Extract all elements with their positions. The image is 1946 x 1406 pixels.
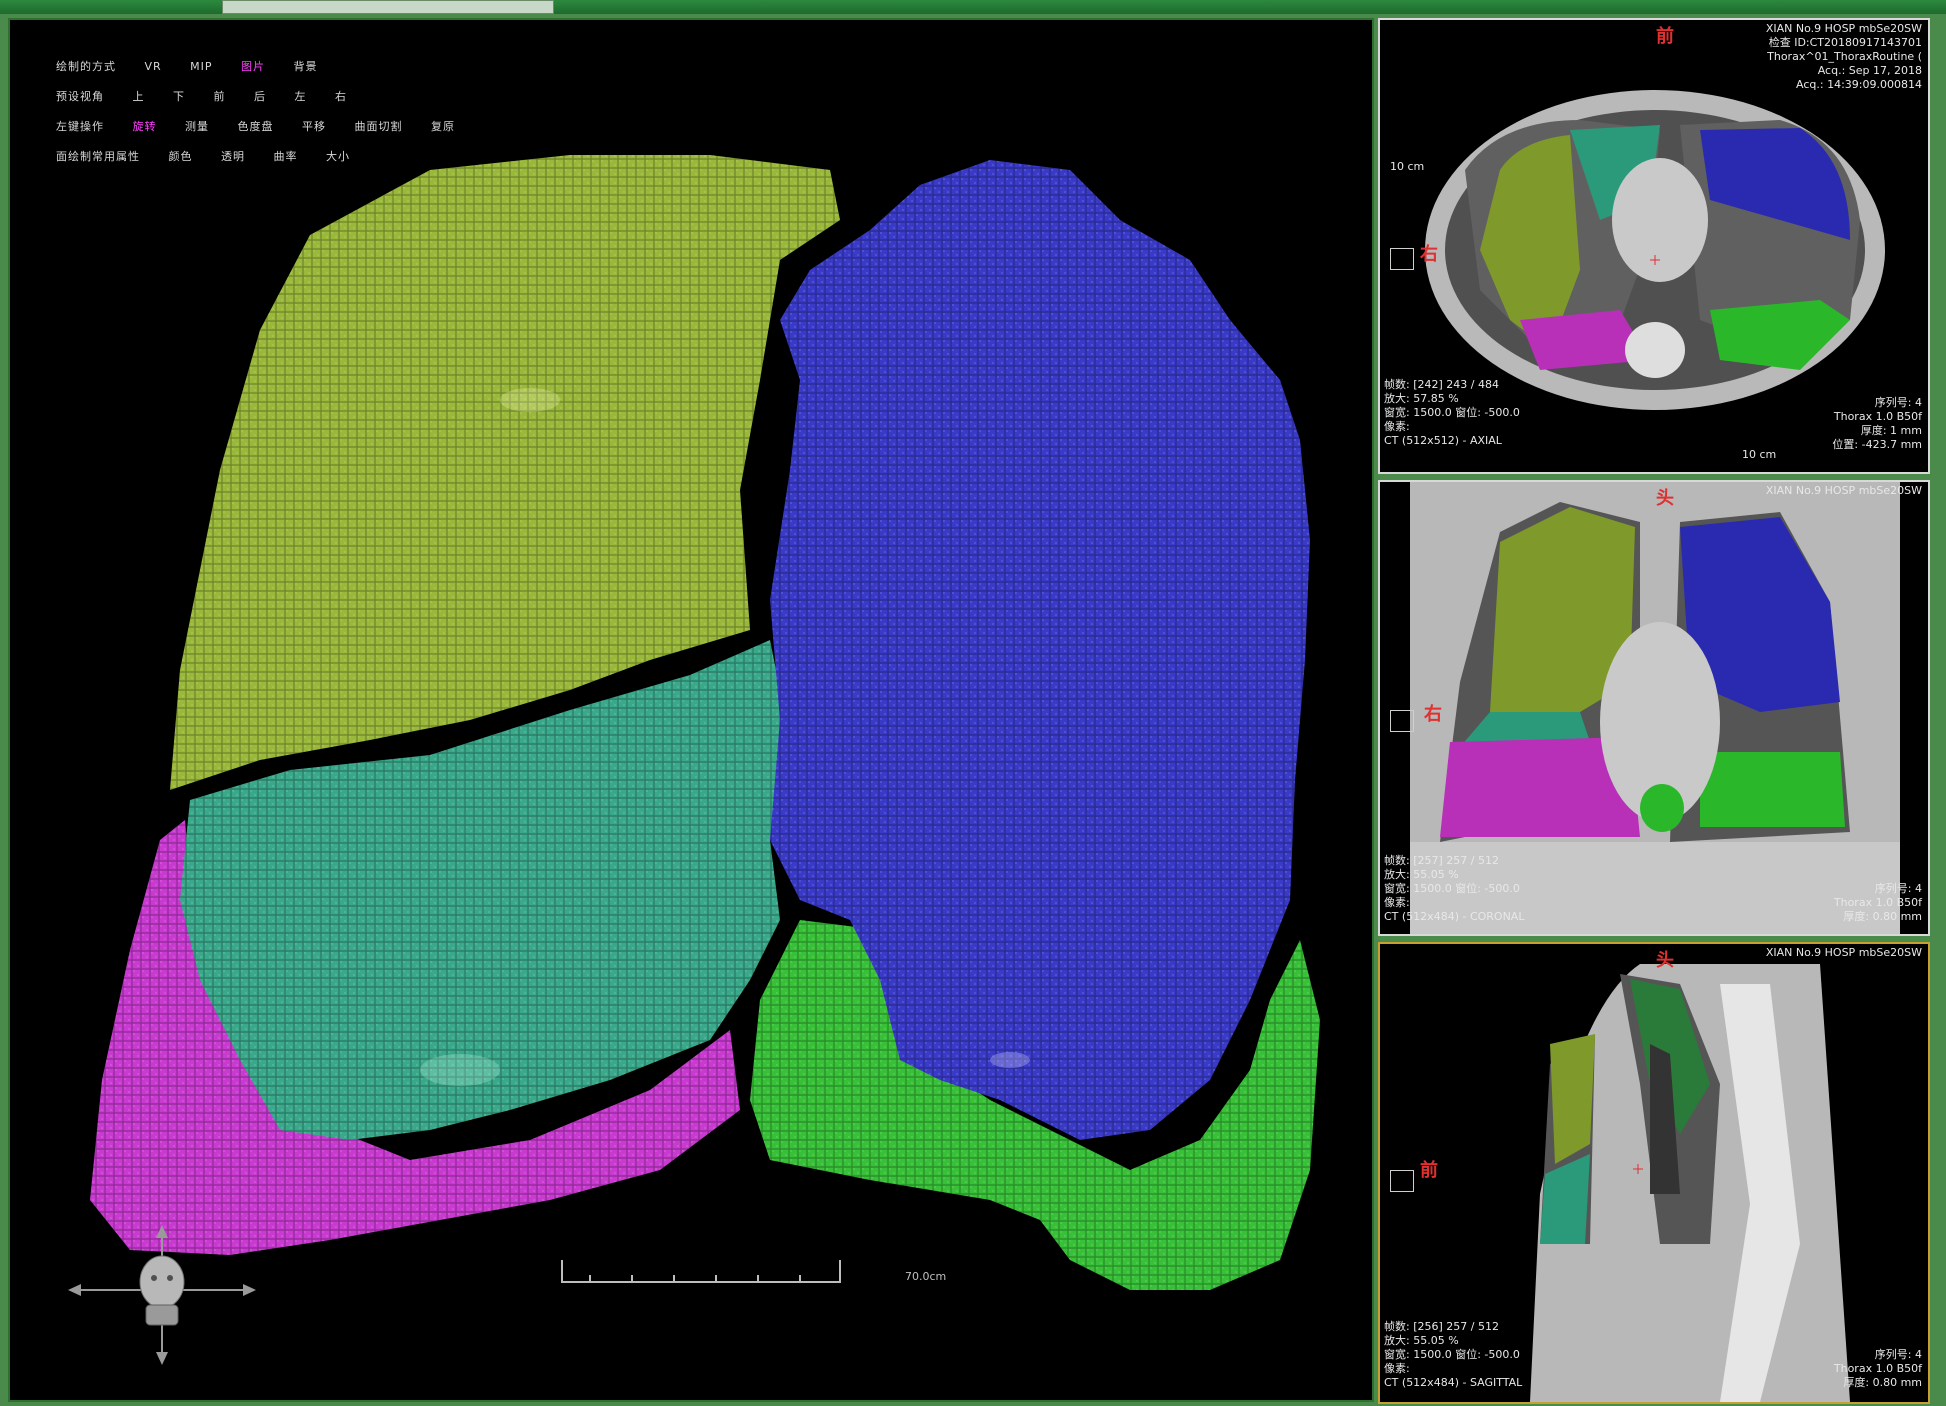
axial-header-line: Acq.: Sep 17, 2018 (1817, 64, 1922, 77)
coronal-orient-top: 头 (1656, 488, 1674, 509)
axial-header-line: 检查 ID:CT20180917143701 (1768, 36, 1922, 49)
axial-footer-line: 位置: -423.7 mm (1832, 438, 1922, 451)
axial-scroll-box[interactable] (1390, 248, 1414, 270)
sagittal-footer-left: 帧数: [256] 257 / 512 放大: 55.05 % 窗宽: 1500… (1384, 1320, 1522, 1390)
volume-render-view[interactable]: 绘制的方式 VR MIP 图片 背景 预设视角 上 下 前 后 左 右 左键操作… (8, 18, 1374, 1402)
coronal-view-panel[interactable]: 头 右 XIAN No.9 HOSP mbSe20SW 帧数: [257] 25… (1378, 480, 1930, 936)
coronal-footer-right: 序列号: 4 Thorax 1.0 B50f 厚度: 0.80 mm (1834, 882, 1922, 924)
coronal-header-line: XIAN No.9 HOSP mbSe20SW (1765, 484, 1922, 497)
axial-orient-left: 右 (1420, 244, 1438, 265)
sagittal-footer-line: Thorax 1.0 B50f (1833, 1362, 1922, 1375)
coronal-header: XIAN No.9 HOSP mbSe20SW (1766, 484, 1922, 498)
sagittal-footer-right: 序列号: 4 Thorax 1.0 B50f 厚度: 0.80 mm (1834, 1348, 1922, 1390)
coronal-footer-line: 序列号: 4 (1874, 882, 1922, 895)
axial-view-panel[interactable]: 前 右 XIAN No.9 HOSP mbSe20SW 检查 ID:CT2018… (1378, 18, 1930, 474)
coronal-footer-line: 帧数: [257] 257 / 512 (1384, 854, 1499, 867)
coronal-footer-left: 帧数: [257] 257 / 512 放大: 55.05 % 窗宽: 1500… (1384, 854, 1524, 924)
sagittal-footer-line: 帧数: [256] 257 / 512 (1384, 1320, 1499, 1333)
axial-header-line: Thorax^01_ThoraxRoutine ( (1767, 50, 1922, 63)
axial-scale-left-label: 10 cm (1390, 160, 1425, 173)
sagittal-orient-top: 头 (1656, 950, 1674, 971)
axial-footer-line: 序列号: 4 (1874, 396, 1922, 409)
scale-bar-label: 70.0cm (905, 1270, 947, 1283)
window-titlebar (0, 0, 1946, 14)
axial-header-line: XIAN No.9 HOSP mbSe20SW (1765, 22, 1922, 35)
axial-header-line: Acq.: 14:39:09.000814 (1796, 78, 1922, 91)
axial-footer-left: 帧数: [242] 243 / 484 放大: 57.85 % 窗宽: 1500… (1384, 378, 1520, 448)
axial-footer-line: 像素: (1384, 420, 1410, 433)
sagittal-footer-line: 放大: 55.05 % (1384, 1334, 1459, 1347)
coronal-footer-line: CT (512x484) - CORONAL (1384, 910, 1525, 923)
scale-bar (561, 1260, 841, 1283)
sagittal-footer-line: 窗宽: 1500.0 窗位: -500.0 (1384, 1348, 1520, 1361)
coronal-scroll-box[interactable] (1390, 710, 1414, 732)
axial-footer-line: Thorax 1.0 B50f (1833, 410, 1922, 423)
axial-footer-line: 窗宽: 1500.0 窗位: -500.0 (1384, 406, 1520, 419)
axial-footer-line: 放大: 57.85 % (1384, 392, 1459, 405)
sagittal-view-panel[interactable]: 头 前 XIAN No.9 HOSP mbSe20SW 帧数: [256] 25… (1378, 942, 1930, 1404)
sagittal-scroll-box[interactable] (1390, 1170, 1414, 1192)
coronal-footer-line: 像素: (1384, 896, 1410, 909)
axial-orient-top: 前 (1656, 26, 1674, 47)
coronal-footer-line: Thorax 1.0 B50f (1833, 896, 1922, 909)
axial-scale-bottom-label: 10 cm (1742, 448, 1777, 461)
axial-footer-line: 厚度: 1 mm (1860, 424, 1922, 437)
axial-footer-line: CT (512x512) - AXIAL (1384, 434, 1502, 447)
sagittal-footer-line: 厚度: 0.80 mm (1843, 1376, 1922, 1389)
lung-3d-render[interactable] (10, 20, 1372, 1400)
sagittal-footer-line: 序列号: 4 (1874, 1348, 1922, 1361)
sagittal-footer-line: 像素: (1384, 1362, 1410, 1375)
coronal-footer-line: 窗宽: 1500.0 窗位: -500.0 (1384, 882, 1520, 895)
sagittal-orient-left: 前 (1420, 1160, 1438, 1181)
sagittal-header: XIAN No.9 HOSP mbSe20SW (1766, 946, 1922, 960)
sagittal-header-line: XIAN No.9 HOSP mbSe20SW (1765, 946, 1922, 959)
coronal-footer-line: 厚度: 0.80 mm (1843, 910, 1922, 923)
axial-footer-line: 帧数: [242] 243 / 484 (1384, 378, 1499, 391)
coronal-footer-line: 放大: 55.05 % (1384, 868, 1459, 881)
sagittal-footer-line: CT (512x484) - SAGITTAL (1384, 1376, 1523, 1389)
axial-footer-right: 序列号: 4 Thorax 1.0 B50f 厚度: 1 mm 位置: -423… (1832, 396, 1922, 452)
window-tab[interactable] (222, 0, 554, 14)
axial-header: XIAN No.9 HOSP mbSe20SW 检查 ID:CT20180917… (1766, 22, 1922, 92)
coronal-orient-left: 右 (1424, 704, 1442, 725)
